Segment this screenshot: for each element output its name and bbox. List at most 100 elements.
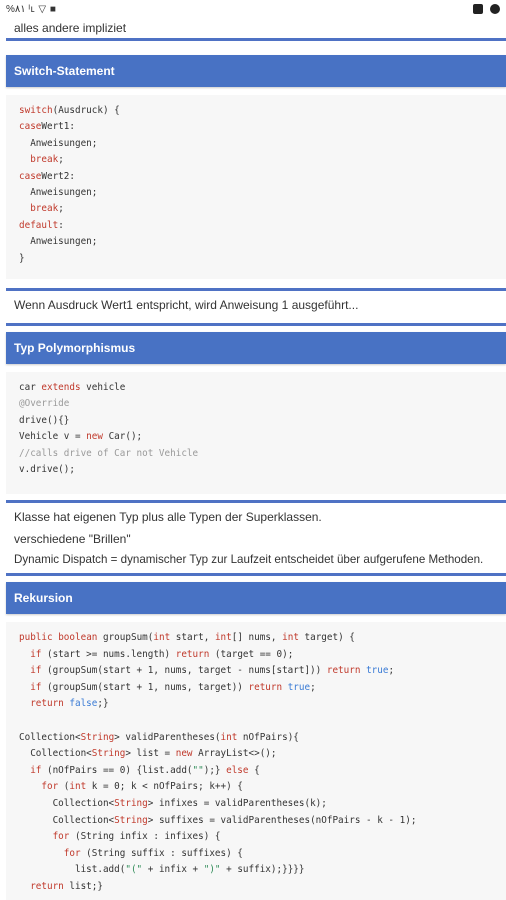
code-token: target) { <box>298 632 355 643</box>
code-line: return list;} <box>19 881 103 897</box>
code-token: return <box>248 681 283 693</box>
code-token: [] nums, <box>231 632 283 643</box>
code-token: ( <box>58 781 70 793</box>
code-token: new <box>175 748 193 760</box>
status-right-icons <box>469 4 500 15</box>
status-icons: %٨١ ᴵʟ ▽ ■ <box>6 4 57 15</box>
code-token: (nOfPairs == 0) {list.add( <box>41 764 193 776</box>
code-line: Collection<String> list = new ArrayList<… <box>19 748 277 764</box>
code-token: for <box>19 831 70 843</box>
code-line: break; <box>19 203 64 219</box>
section-header-switch[interactable]: Switch-Statement <box>6 55 506 87</box>
code-line: @Override <box>19 398 69 414</box>
code-line: switch(Ausdruck) { <box>19 105 120 121</box>
code-line: list.add("(" + infix + ")" + suffix);}}}… <box>19 864 305 880</box>
code-token: (String suffix : suffixes) { <box>80 847 243 859</box>
code-line: default: <box>19 220 64 236</box>
code-line: if (nOfPairs == 0) {list.add("");} else … <box>19 765 260 781</box>
code-token: Anweisungen; <box>19 137 98 149</box>
code-token: String <box>80 731 115 743</box>
code-token: ; <box>58 154 64 166</box>
code-token: list;} <box>63 881 103 892</box>
code-token: );} <box>203 764 227 776</box>
code-token: Collection< <box>19 748 92 760</box>
code-token: k = 0; k < nOfPairs; k++) { <box>86 781 243 793</box>
code-token: extends <box>41 382 81 393</box>
code-token: list.add( <box>19 864 126 876</box>
code-token: + suffix);}}}} <box>220 864 305 876</box>
code-token: new <box>86 431 103 443</box>
code-token: "" <box>192 764 204 776</box>
code-token: if <box>19 681 42 693</box>
code-token: switch <box>19 105 53 116</box>
code-token: ; <box>310 681 316 693</box>
code-token: Anweisungen; <box>19 236 98 248</box>
code-line: return false;} <box>19 698 109 714</box>
code-token: false <box>69 698 98 710</box>
code-token: true <box>287 681 311 693</box>
code-line: caseWert2: <box>19 171 75 187</box>
code-line: Collection<String> infixes = validParent… <box>19 798 327 814</box>
poly-note-3: Dynamic Dispatch = dynamischer Typ zur L… <box>14 553 484 566</box>
code-token: } <box>19 252 25 264</box>
code-token: return <box>175 648 210 660</box>
code-token: String <box>91 748 126 760</box>
code-token: case <box>19 121 42 133</box>
code-line: Anweisungen; <box>19 138 97 154</box>
code-token: ;} <box>97 698 109 710</box>
code-token: if <box>19 648 42 660</box>
code-line: caseWert1: <box>19 121 75 137</box>
code-token: int <box>220 731 238 743</box>
code-token: start, <box>170 632 215 643</box>
code-token: case <box>19 170 42 182</box>
code-token: true <box>366 665 389 677</box>
code-token: > infixes = validParentheses(k); <box>147 798 327 809</box>
code-token: { <box>248 764 260 776</box>
code-line: for (int k = 0; k < nOfPairs; k++) { <box>19 781 243 797</box>
screenshot-icon <box>473 4 484 15</box>
intro-text: alles andere impliziet <box>14 21 127 35</box>
code-token: //calls drive of Car not Vehicle <box>19 447 199 459</box>
code-token: (groupSum(start + 1, nums, target - nums… <box>41 665 327 677</box>
code-token: vehicle <box>80 382 126 393</box>
code-line: } <box>19 253 25 269</box>
code-token: for <box>19 781 59 793</box>
section-header-polymorphism[interactable]: Typ Polymorphismus <box>6 332 506 364</box>
code-token: Collection< <box>19 814 115 826</box>
code-token: Anweisungen; <box>19 187 98 198</box>
code-token: (groupSum(start + 1, nums, target)) <box>41 681 249 693</box>
code-line: Collection<String> suffixes = validParen… <box>19 814 417 831</box>
code-token: ArrayList<>(); <box>192 748 277 760</box>
code-line: if (groupSum(start + 1, nums, target - n… <box>19 665 394 681</box>
settings-icon <box>490 4 500 15</box>
code-token: ")" <box>203 864 221 876</box>
code-line: for (String suffix : suffixes) { <box>19 848 243 864</box>
code-token: if <box>19 764 42 776</box>
code-token: nOfPairs){ <box>237 731 299 743</box>
intro-card: alles andere impliziet <box>6 16 506 41</box>
code-token: default <box>19 219 59 231</box>
code-line: car extends vehicle <box>19 382 125 398</box>
code-line: Vehicle v = new Car(); <box>19 431 142 447</box>
code-block-polymorphism: car extends vehicle @Override drive(){} Veh… <box>6 372 506 494</box>
code-token: (target == 0); <box>209 648 294 660</box>
code-token: return <box>19 881 64 892</box>
code-token: String <box>114 814 148 826</box>
code-token: Vehicle v = <box>19 431 87 443</box>
code-token: int <box>214 632 232 643</box>
code-block-rekursion: public boolean groupSum(int start, int[]… <box>6 622 506 900</box>
code-token: + infix + <box>142 864 204 876</box>
section-header-rekursion[interactable]: Rekursion <box>6 582 506 614</box>
code-token: groupSum( <box>97 632 154 643</box>
code-token: Collection< <box>19 798 115 809</box>
poly-notes-card: Klasse hat eigenen Typ plus alle Typen d… <box>6 500 506 576</box>
code-line: //calls drive of Car not Vehicle <box>19 448 198 464</box>
code-line: Anweisungen; <box>19 236 97 252</box>
code-line: v.drive(); <box>19 464 75 480</box>
code-token: int <box>282 632 299 643</box>
code-token: : <box>58 219 64 231</box>
code-token: > validParentheses( <box>114 731 221 743</box>
poly-note-1: Klasse hat eigenen Typ plus alle Typen d… <box>14 510 322 524</box>
code-line: public boolean groupSum(int start, int[]… <box>19 632 355 648</box>
code-token: ; <box>388 665 395 677</box>
